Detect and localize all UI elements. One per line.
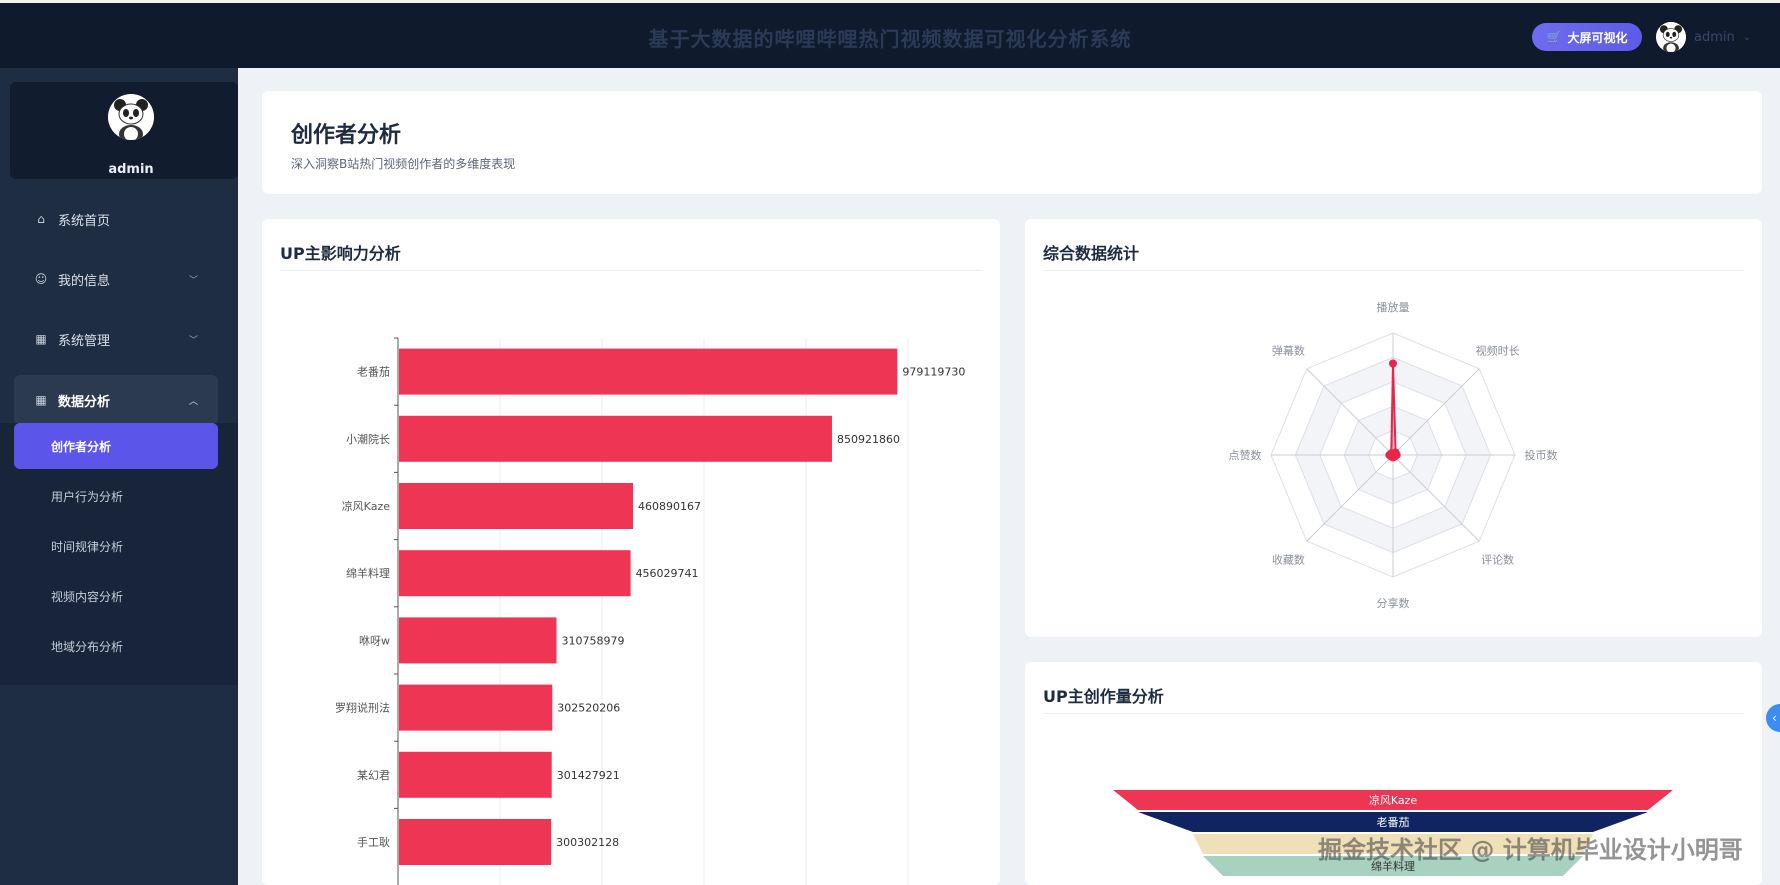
cart-icon: 🛒 [1546, 30, 1562, 44]
y-tick-label: 手工耿 [357, 835, 390, 849]
submenu-item-region[interactable]: 地域分布分析 [14, 623, 218, 669]
submenu-label: 视频内容分析 [51, 589, 124, 604]
page-subtitle: 深入洞察B站热门视频创作者的多维度表现 [291, 157, 516, 171]
menu-item-data-analysis[interactable]: ▦ 数据分析 ︿ [14, 375, 218, 425]
user-icon: ☺ [34, 272, 48, 286]
grid-icon: ▦ [35, 332, 47, 346]
user-menu[interactable]: admin ⌄ [1656, 22, 1751, 52]
bar [399, 348, 898, 395]
watermark: 掘金技术社区 @ 计算机毕业设计小明哥 [1318, 836, 1743, 864]
top-bar: 基于大数据的哔哩哔哩热门视频数据可视化分析系统 🛒 大屏可视化 admin ⌄ [0, 0, 1780, 68]
data-label: 979119730 [902, 366, 965, 379]
chevron-down-icon: ﹀ [188, 275, 198, 286]
chevron-down-icon: ⌄ [1742, 31, 1752, 43]
profile-name: admin [108, 162, 154, 177]
data-label: 302520206 [557, 702, 620, 715]
submenu-label: 时间规律分析 [51, 539, 124, 554]
profile-card: admin [10, 82, 238, 179]
influence-bar-chart: 老番茄 979119730 小潮院长 850921860 凉风Kaze 460890167… [335, 337, 965, 885]
bar [399, 617, 557, 664]
menu-item-system-management[interactable]: ▦ 系统管理 ﹀ [14, 315, 218, 363]
y-tick-label: 某幻君 [357, 769, 390, 782]
data-label: 456029741 [636, 567, 699, 580]
y-tick-label: 绵羊料理 [346, 566, 390, 580]
radar-chart: 播放量视频时长投币数评论数分享数 收藏数 点赞数 弹幕数 [1229, 300, 1558, 610]
funnel-label: 老番茄 [1377, 815, 1410, 829]
funnel-label: 凉风Kaze [1369, 793, 1418, 807]
radar-indicator-label: 投币数 [1525, 448, 1558, 462]
bar [399, 684, 553, 731]
menu-item-label: 数据分析 [58, 394, 111, 410]
radar-indicator-label: 分享数 [1377, 596, 1410, 610]
menu-item-my-info[interactable]: ☺ 我的信息 ﹀ [14, 255, 218, 303]
y-tick-label: 咻呀w [359, 634, 390, 647]
submenu-item-creator-analysis[interactable]: 创作者分析 [14, 423, 218, 469]
bar [399, 751, 552, 798]
radar-point [1387, 449, 1396, 458]
radar-indicator-label: 弹幕数 [1272, 343, 1305, 357]
bar [399, 483, 634, 529]
bar [399, 550, 631, 597]
y-tick-label: 老番茄 [357, 365, 390, 379]
page-header: 创作者分析 深入洞察B站热门视频创作者的多维度表现 [262, 91, 1762, 194]
y-tick-label: 凉风Kaze [342, 499, 391, 513]
menu-item-label: 系统管理 [58, 333, 111, 349]
radar-indicator-label: 播放量 [1377, 300, 1410, 314]
submenu-label: 地域分布分析 [51, 639, 124, 654]
submenu-item-user-behavior[interactable]: 用户行为分析 [14, 473, 218, 519]
menu-item-home[interactable]: ⌂ 系统首页 [14, 195, 218, 243]
radar-indicator-label: 视频时长 [1476, 343, 1520, 357]
data-label: 300302128 [556, 836, 619, 849]
y-tick-label: 罗翔说刑法 [335, 701, 390, 715]
panda-avatar-icon [1656, 22, 1686, 52]
radar-point [1389, 359, 1397, 368]
radar-indicator-label: 点赞数 [1229, 449, 1262, 462]
page-title: 创作者分析 [291, 123, 402, 148]
chevron-left-icon: ‹ [1772, 711, 1777, 725]
submenu: 创作者分析 用户行为分析 时间规律分析 视频内容分析 地域分布分析 [0, 423, 238, 685]
collapse-tab-button[interactable]: ‹ [1766, 704, 1780, 732]
submenu-label: 用户行为分析 [51, 489, 124, 504]
submenu-item-time-pattern[interactable]: 时间规律分析 [14, 523, 218, 569]
bigscreen-label: 大屏可视化 [1567, 30, 1628, 45]
y-tick-label: 小潮院长 [346, 432, 390, 446]
data-label: 310758979 [561, 634, 624, 647]
data-label: 460890167 [638, 500, 701, 513]
grid-icon: ▦ [35, 393, 47, 407]
menu-item-label: 我的信息 [58, 273, 111, 289]
submenu-item-video-content[interactable]: 视频内容分析 [14, 573, 218, 619]
chevron-up-icon: ︿ [188, 396, 198, 407]
radar-indicator-label: 收藏数 [1272, 553, 1305, 567]
data-label: 850921860 [837, 433, 900, 446]
radar-card: 综合数据统计 播放量 视频时长 投币数 评论数 分享数 收藏数 点赞数 弹幕数 [1025, 219, 1762, 637]
sidebar: admin ⌂ 系统首页 ☺ 我的信息 ﹀ ▦ 系统管理 ﹀ ▦ 数据分析 ︿ … [0, 68, 238, 885]
radar-indicator-label: 评论数 [1481, 553, 1514, 567]
bigscreen-button[interactable]: 🛒 大屏可视化 [1532, 23, 1642, 51]
user-name: admin [1694, 29, 1735, 45]
system-title: 基于大数据的哔哩哔哩热门视频数据可视化分析系统 [648, 27, 1132, 51]
chevron-down-icon: ﹀ [188, 335, 198, 346]
submenu-label: 创作者分析 [51, 439, 112, 454]
bar [399, 415, 832, 462]
data-label: 301427921 [557, 769, 620, 782]
home-icon: ⌂ [37, 212, 45, 226]
influence-card: UP主影响力分析 老番茄 979119730 小潮院长 850921860 凉风Kaze… [262, 219, 1000, 885]
menu-item-label: 系统首页 [58, 213, 111, 229]
bar [399, 819, 552, 865]
panda-avatar-icon [108, 94, 154, 140]
